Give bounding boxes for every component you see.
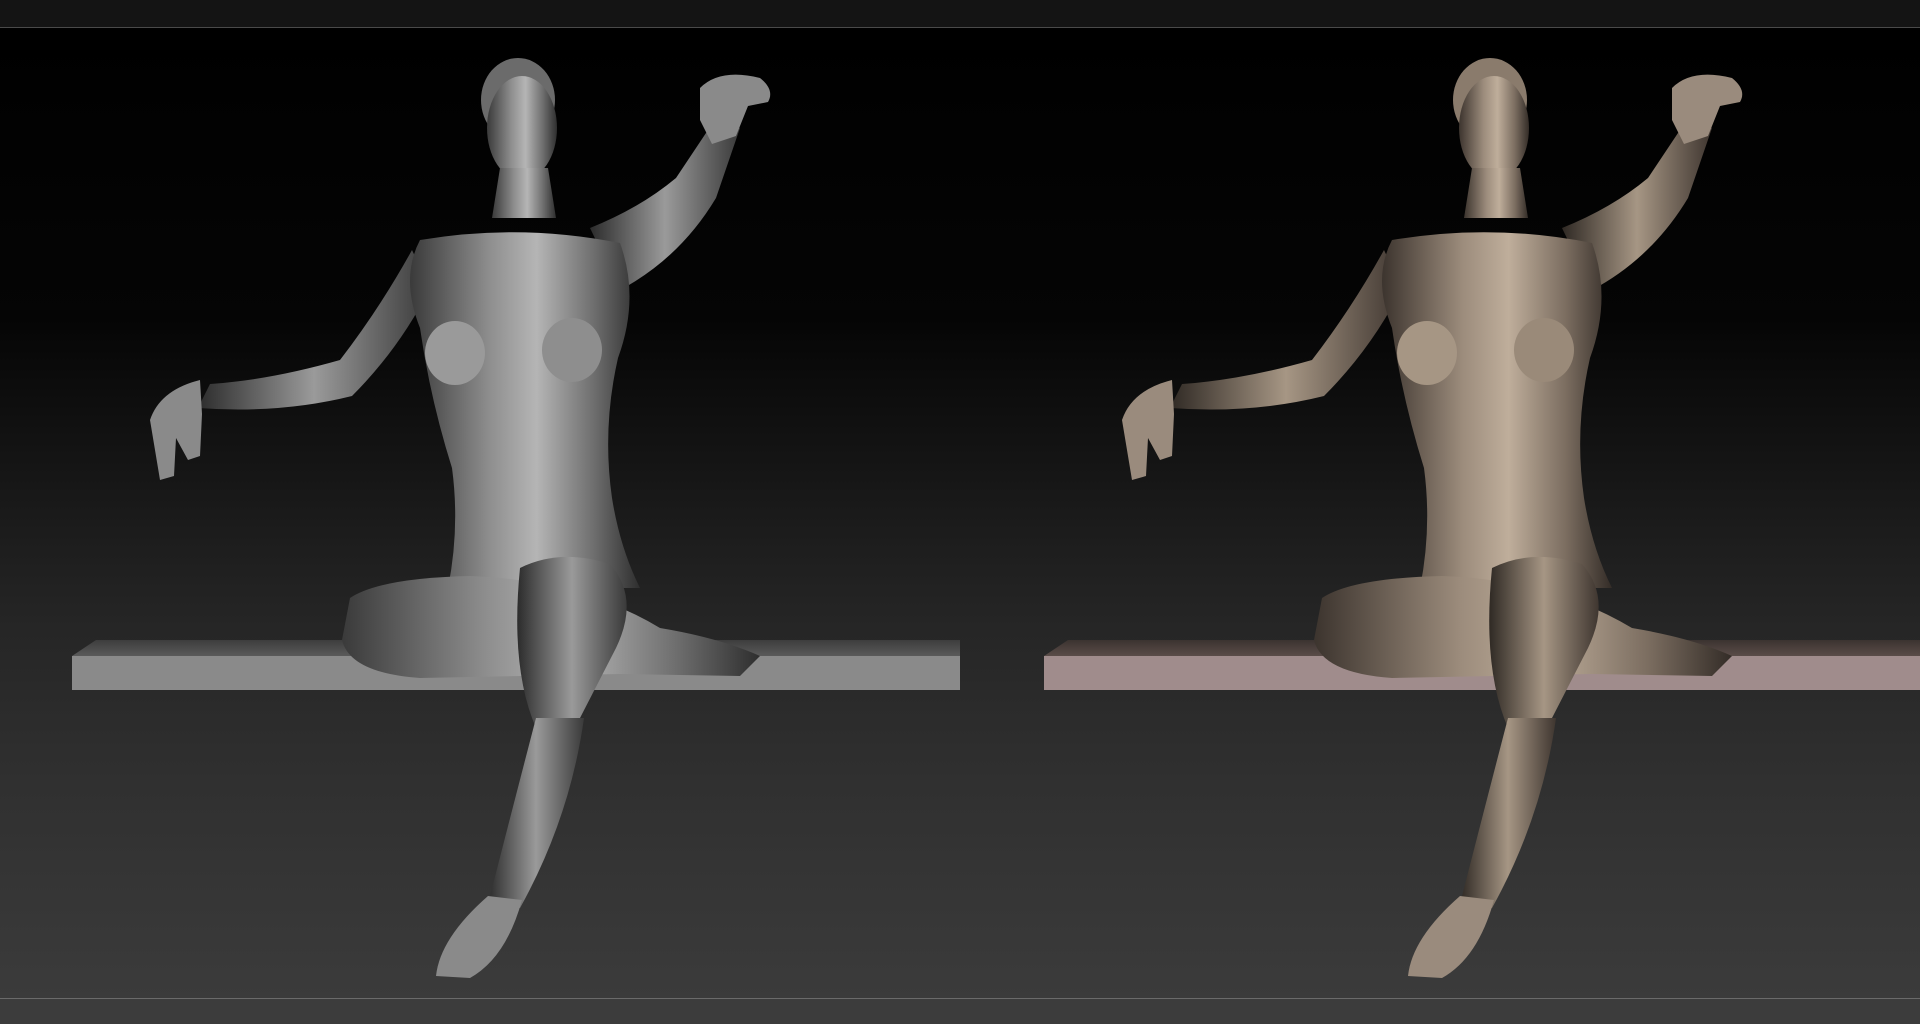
skin-hanging-foot [1408,896,1494,978]
top-menu-bar [0,0,1920,28]
viewport-grey-material[interactable] [0,28,960,998]
grey-render-svg [72,58,960,978]
grey-hanging-foot [436,896,522,978]
sculpt-application [0,0,1920,1024]
grey-raised-hand [700,74,771,144]
skin-breast-left [1397,321,1457,385]
skin-hanging-thigh [1489,556,1599,728]
grey-lowered-hand [150,380,202,480]
skin-lowered-hand [1122,380,1174,480]
viewport-skin-material[interactable] [960,28,1920,998]
skin-breast-right [1514,318,1574,382]
grey-neck [492,168,556,218]
skin-hanging-shin [1460,718,1556,908]
document-canvas[interactable] [0,28,1920,998]
skin-neck [1464,168,1528,218]
grey-torso [410,232,640,588]
skin-render-svg [1044,58,1920,978]
grey-lowered-arm [198,250,430,410]
grey-head [487,76,557,180]
grey-hanging-shin [488,718,584,908]
skin-torso [1382,232,1612,588]
skin-head [1459,76,1529,180]
grey-breast-right [542,318,602,382]
skin-lowered-arm [1170,250,1402,410]
grey-hanging-thigh [517,556,627,728]
bottom-status-bar [0,998,1920,1024]
grey-breast-left [425,321,485,385]
skin-raised-hand [1672,74,1743,144]
